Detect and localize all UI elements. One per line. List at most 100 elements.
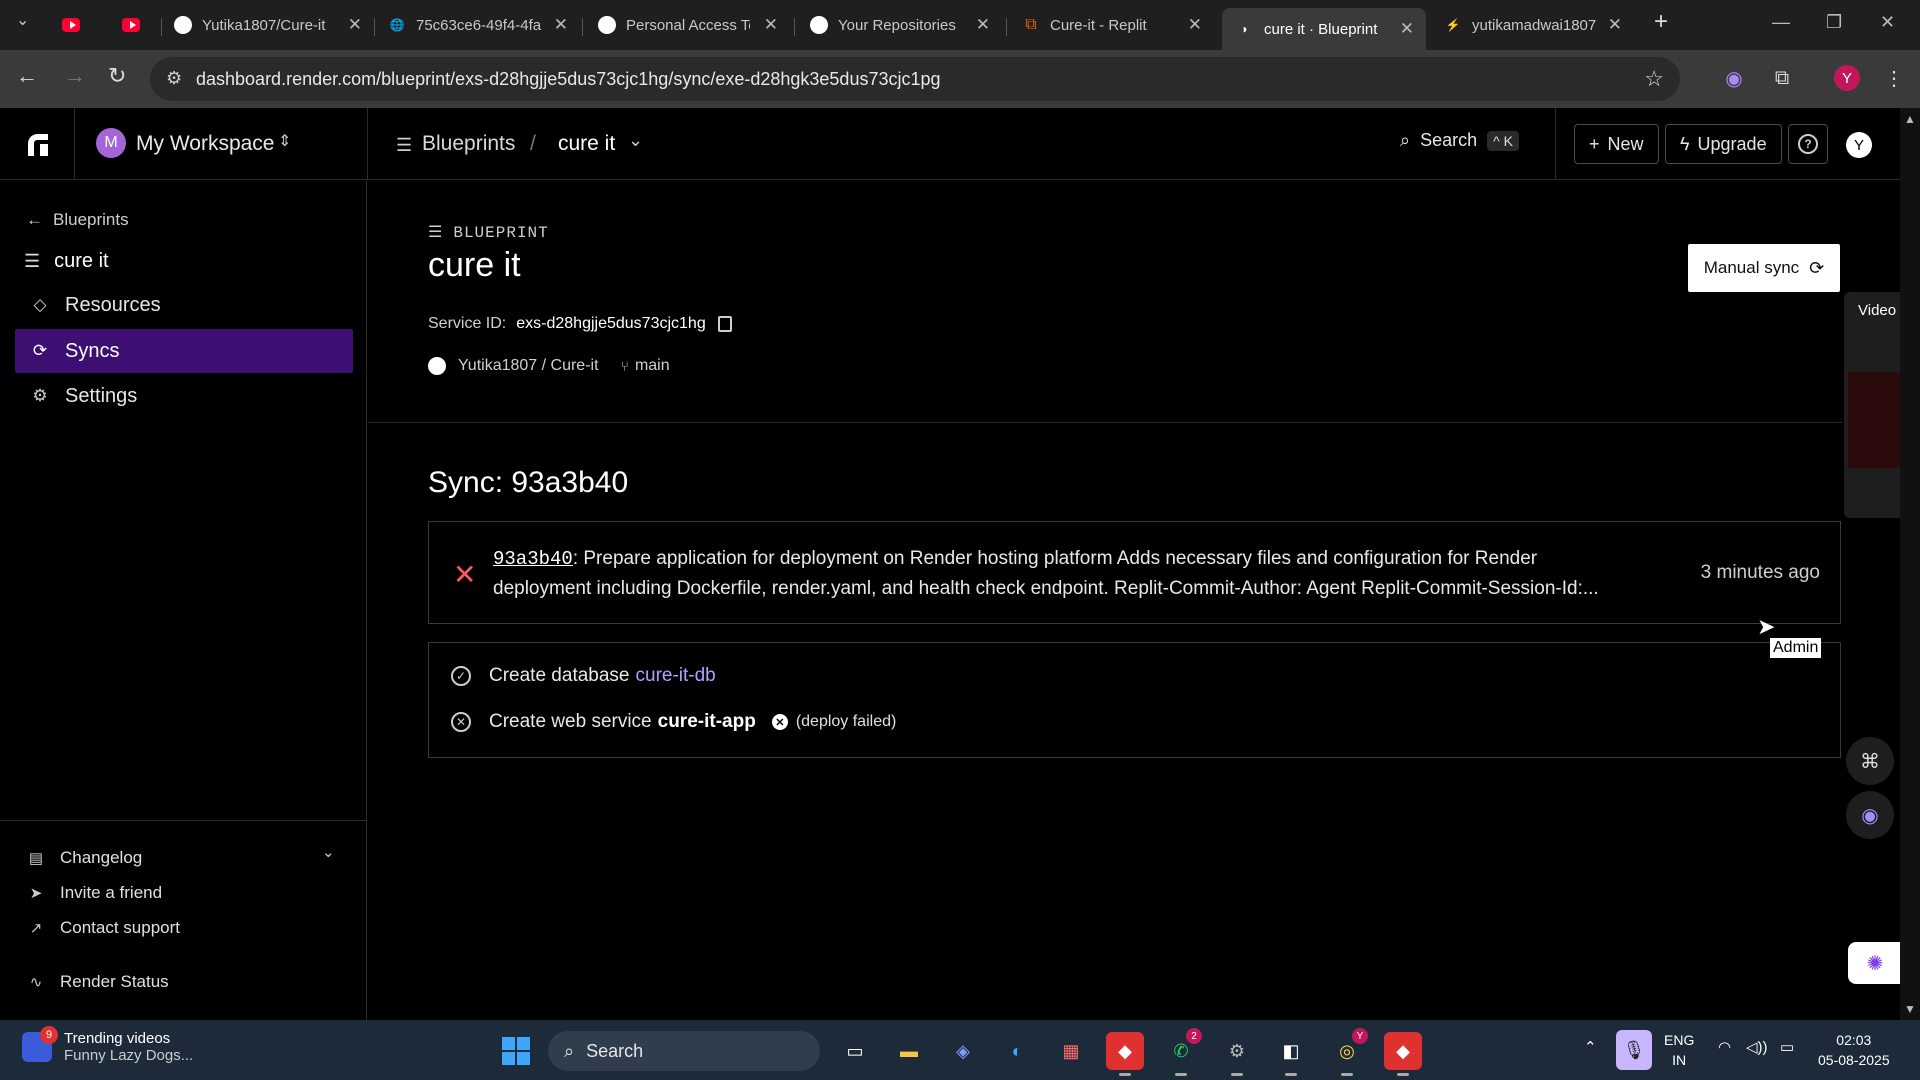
sidebar-item-settings[interactable]: ⚙ Settings <box>15 374 353 418</box>
manual-sync-button[interactable]: Manual sync ⟳ <box>1688 244 1840 292</box>
web-service-name[interactable]: cure-it-app <box>658 711 756 733</box>
service-id-value: exs-d28hgjje5dus73cjc1hg <box>516 315 706 332</box>
search-icon: ⌕ <box>1400 130 1411 150</box>
browser-tab-render-account[interactable]: ⚡ yutikamadwai1807 ✕ <box>1444 8 1634 42</box>
windows-taskbar: 9 Trending videos Funny Lazy Dogs... ⌕ S… <box>0 1020 1920 1080</box>
site-info-icon[interactable]: ⚙ <box>166 68 182 89</box>
branch-name: main <box>634 357 670 374</box>
extension-icon[interactable]: ◉ <box>1720 64 1748 92</box>
blueprint-icon: ☰ <box>396 135 413 155</box>
chevron-down-icon[interactable]: ⌄ <box>628 130 643 151</box>
document-icon: ▤ <box>28 850 44 867</box>
chevron-updown-icon[interactable]: ⇕ <box>278 131 291 151</box>
system-clock[interactable]: 02:03 05-08-2025 <box>1818 1030 1890 1070</box>
battery-icon[interactable]: ▭ <box>1780 1038 1794 1056</box>
close-tab-icon[interactable]: ✕ <box>1608 15 1622 35</box>
close-tab-icon[interactable]: ✕ <box>976 15 990 35</box>
external-link-icon: ↗ <box>29 920 43 937</box>
render-logo-icon[interactable] <box>24 130 52 158</box>
ai-brain-icon[interactable]: ✺ <box>1848 942 1902 984</box>
x-circle-icon: ✕ <box>451 712 471 732</box>
tab-search-chevron-icon[interactable]: ⌄ <box>16 10 29 30</box>
restore-icon[interactable]: ❐ <box>1826 12 1842 33</box>
edge-icon[interactable]: ◐ <box>998 1032 1036 1070</box>
render-status-link[interactable]: ∿ Render Status <box>26 972 169 992</box>
close-tab-icon[interactable]: ✕ <box>1188 15 1202 35</box>
browser-tab-youtube-1[interactable] <box>62 8 102 42</box>
contact-support-link[interactable]: ↗ Contact support <box>26 918 180 938</box>
close-tab-icon[interactable]: ✕ <box>554 15 568 35</box>
breadcrumb-blueprints[interactable]: Blueprints <box>422 132 515 156</box>
extensions-puzzle-icon[interactable]: ⧉ <box>1768 64 1796 92</box>
sidebar-item-syncs[interactable]: ⟳ Syncs <box>15 329 353 373</box>
sidebar-item-resources[interactable]: ◇ Resources <box>15 283 353 327</box>
close-window-icon[interactable]: ✕ <box>1880 12 1895 33</box>
invite-friend-link[interactable]: ➤ Invite a friend <box>26 883 162 903</box>
settings-gear-icon[interactable]: ⚙ <box>1218 1032 1256 1076</box>
breadcrumb-separator: / <box>530 132 536 155</box>
close-tab-icon[interactable]: ✕ <box>764 15 778 35</box>
reload-icon[interactable]: ↻ <box>108 63 126 89</box>
back-arrow-icon[interactable]: ← <box>16 63 38 89</box>
volume-icon[interactable]: ◁)) <box>1746 1038 1768 1056</box>
page-scrollbar[interactable]: ▲ ▼ <box>1900 108 1920 1020</box>
tray-chevron-up-icon[interactable]: ⌃ <box>1584 1038 1597 1056</box>
scroll-down-icon[interactable]: ▼ <box>1904 1002 1916 1016</box>
changelog-link[interactable]: ▤ Changelog <box>26 848 142 868</box>
close-tab-icon[interactable]: ✕ <box>348 15 362 35</box>
grid-widget-icon[interactable]: ⌘ <box>1846 737 1894 785</box>
copilot-icon[interactable]: ◈ <box>944 1032 982 1070</box>
taskbar-search[interactable]: ⌕ Search <box>548 1031 820 1071</box>
browser-tab-personal-access[interactable]: Personal Access To ✕ <box>598 8 790 42</box>
user-avatar[interactable]: Y <box>1846 132 1872 158</box>
terminal-app-icon[interactable]: ◧ <box>1272 1032 1310 1076</box>
chevron-down-icon[interactable]: ⌄ <box>322 843 335 861</box>
news-widget[interactable]: 9 Trending videos Funny Lazy Dogs... <box>22 1026 193 1064</box>
scroll-up-icon[interactable]: ▲ <box>1904 112 1916 126</box>
store-icon[interactable]: ▦ <box>1052 1032 1090 1070</box>
breadcrumb-current[interactable]: cure it <box>558 132 615 156</box>
upgrade-button[interactable]: ϟ Upgrade <box>1665 124 1782 164</box>
forward-arrow-icon[interactable]: → <box>64 63 86 89</box>
wifi-icon[interactable]: ◠ <box>1718 1038 1731 1056</box>
address-bar[interactable]: ⚙ dashboard.render.com/blueprint/exs-d28… <box>150 57 1680 101</box>
browser-tab-your-repositories[interactable]: Your Repositories ✕ <box>810 8 1002 42</box>
commit-card: ✕ 93a3b40: Prepare application for deplo… <box>428 521 1841 624</box>
search-button[interactable]: ⌕ Search ^ K <box>1400 130 1519 151</box>
back-to-blueprints-link[interactable]: ← Blueprints <box>26 210 129 230</box>
new-button[interactable]: + New <box>1574 124 1659 164</box>
windows-start-icon[interactable] <box>502 1037 530 1065</box>
bookmark-star-icon[interactable]: ☆ <box>1644 66 1664 92</box>
repo-link[interactable]: Yutika1807 / Cure-it <box>458 357 599 375</box>
whatsapp-icon[interactable]: ✆ 2 <box>1162 1028 1202 1076</box>
anydesk-icon-2[interactable]: ◆ <box>1384 1032 1422 1076</box>
browser-tab-uuid[interactable]: 🌐 75c63ce6-49f4-4fa ✕ <box>388 8 580 42</box>
browser-tab-youtube-2[interactable] <box>122 8 162 42</box>
browser-tab-github-repo[interactable]: Yutika1807/Cure-it ✕ <box>174 8 374 42</box>
workspace-avatar[interactable]: M <box>96 128 126 158</box>
help-button[interactable]: ? <box>1788 124 1828 164</box>
assistant-bot-icon[interactable]: ◉ <box>1846 791 1894 839</box>
chrome-icon[interactable]: ◎ Y <box>1328 1028 1368 1076</box>
anydesk-icon[interactable]: ◆ <box>1106 1032 1144 1076</box>
language-indicator[interactable]: ENG IN <box>1664 1030 1694 1070</box>
service-id-row: Service ID: exs-d28hgjje5dus73cjc1hg <box>428 315 732 333</box>
youtube-icon <box>122 16 140 34</box>
workspace-switcher[interactable]: My Workspace <box>136 132 274 156</box>
database-link[interactable]: cure-it-db <box>636 665 716 687</box>
close-tab-icon[interactable]: ✕ <box>1400 19 1414 39</box>
github-icon <box>810 16 828 34</box>
task-view-icon[interactable]: ▭ <box>836 1032 874 1070</box>
new-tab-icon[interactable]: + <box>1654 8 1668 36</box>
copy-icon[interactable] <box>717 316 732 332</box>
browser-menu-icon[interactable]: ⋮ <box>1880 64 1908 92</box>
git-branch-icon: ⑂ <box>620 358 629 374</box>
microphone-icon[interactable]: 🎙 <box>1616 1030 1652 1070</box>
minimize-icon[interactable]: — <box>1772 12 1790 33</box>
commit-hash-link[interactable]: 93a3b40 <box>493 548 573 570</box>
browser-tab-active-blueprint[interactable]: ◗ cure it · Blueprint ✕ <box>1222 8 1426 50</box>
plus-icon: + <box>1589 133 1600 154</box>
browser-tab-replit[interactable]: ⧉ Cure-it - Replit ✕ <box>1022 8 1214 42</box>
file-explorer-icon[interactable]: ▬ <box>890 1032 928 1070</box>
browser-profile-avatar[interactable]: Y <box>1834 65 1860 91</box>
